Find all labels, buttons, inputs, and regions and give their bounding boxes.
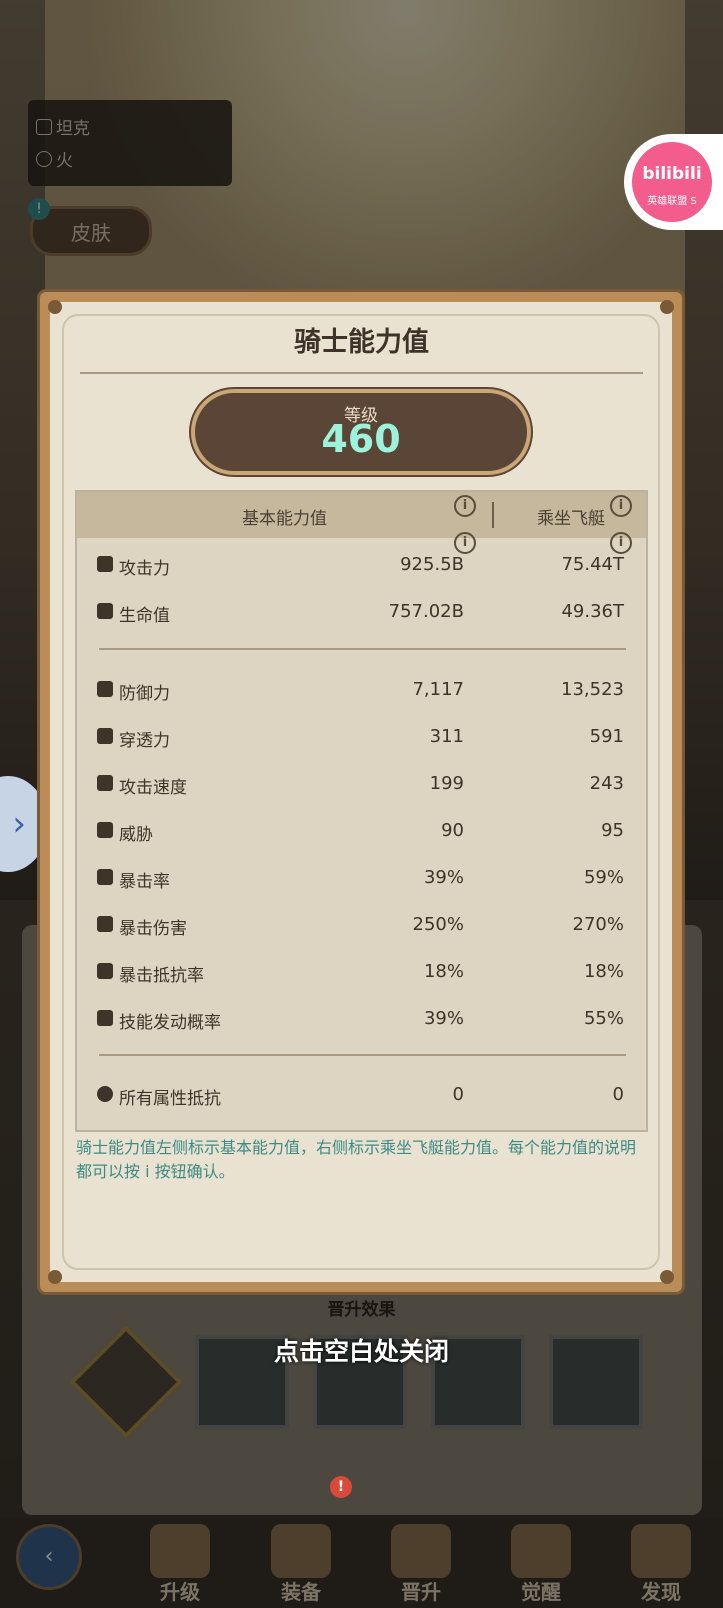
title-divider xyxy=(80,372,643,374)
stat-row: 穿透力 311 591 xyxy=(77,719,646,755)
stat-row: 暴击抵抗率 18% 18% xyxy=(77,954,646,990)
stat-row: 所有属性抵抗 0 0 xyxy=(77,1077,646,1113)
stat-row: 攻击力 925.5B 75.44T xyxy=(77,547,646,583)
corner-ornament xyxy=(660,300,674,314)
stats-table: 基本能力值 乘坐飞艇 i i i i 攻击力 925.5B 75.44T 生命值 75… xyxy=(75,490,648,1132)
info-icon[interactable]: i xyxy=(610,495,632,517)
stats-table-header: 基本能力值 乘坐飞艇 i i xyxy=(77,492,646,538)
shield-half-icon xyxy=(97,681,113,697)
close-hint[interactable]: 点击空白处关闭 xyxy=(0,1332,723,1368)
sword-icon xyxy=(97,556,113,572)
row-divider xyxy=(99,1054,626,1056)
level-value: 460 xyxy=(321,417,401,461)
stat-row: 暴击伤害 250% 270% xyxy=(77,907,646,943)
header-base: 基本能力值 xyxy=(242,509,327,529)
stats-description: 骑士能力值左侧标示基本能力值，右侧标示乘坐飞艇能力值。每个能力值的说明都可以按 … xyxy=(76,1138,637,1181)
attack-speed-icon xyxy=(97,775,113,791)
corner-ornament xyxy=(48,1270,62,1284)
stat-row: 生命值 757.02B 49.36T xyxy=(77,594,646,630)
corner-ornament xyxy=(660,1270,674,1284)
penetration-icon xyxy=(97,728,113,744)
crit-resist-icon xyxy=(97,963,113,979)
all-resist-icon xyxy=(97,1086,113,1102)
modal-title: 骑士能力值 xyxy=(294,327,429,358)
row-divider xyxy=(99,648,626,650)
crit-rate-icon xyxy=(97,869,113,885)
bilibili-logo: bilibili 英雄联盟 S xyxy=(624,134,723,230)
stat-row: 攻击速度 199 243 xyxy=(77,766,646,802)
skill-trigger-icon xyxy=(97,1010,113,1026)
notification-badge: ! xyxy=(330,1476,352,1498)
stat-row: 防御力 7,117 13,523 xyxy=(77,672,646,708)
corner-ornament xyxy=(48,300,62,314)
level-box: 等级 460 xyxy=(195,393,527,471)
stat-row: 威胁 90 95 xyxy=(77,813,646,849)
stat-row: 暴击率 39% 59% xyxy=(77,860,646,896)
info-icon[interactable]: i xyxy=(454,495,476,517)
heart-icon xyxy=(97,603,113,619)
crit-damage-icon xyxy=(97,916,113,932)
stat-row: 技能发动概率 39% 55% xyxy=(77,1001,646,1037)
threat-icon xyxy=(97,822,113,838)
